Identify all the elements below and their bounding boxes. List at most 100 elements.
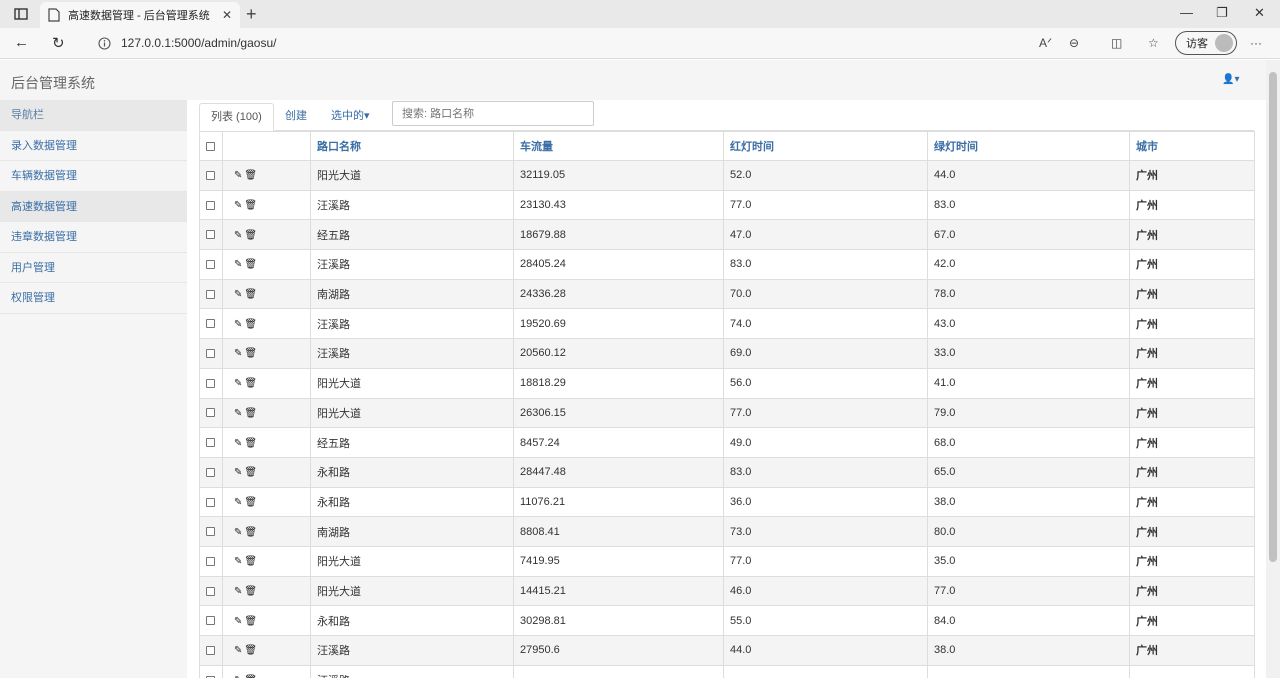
minimize-icon[interactable]: — (1180, 5, 1193, 20)
delete-icon[interactable]: 🗑 (244, 527, 257, 538)
edit-icon[interactable]: ✎ (234, 527, 242, 538)
app-title[interactable]: 后台管理系统 (11, 73, 95, 93)
column-header-traffic[interactable]: 车流量 (513, 131, 724, 161)
split-screen-icon[interactable]: ◫ (1111, 36, 1122, 50)
row-checkbox[interactable] (206, 497, 215, 507)
edit-icon[interactable]: ✎ (234, 645, 242, 656)
row-checkbox[interactable] (206, 586, 215, 596)
restore-icon[interactable]: ❐ (1216, 5, 1228, 21)
row-checkbox[interactable] (206, 260, 215, 269)
row-checkbox[interactable] (206, 438, 215, 448)
delete-icon[interactable]: 🗑 (244, 645, 257, 656)
table-row: ✎ 🗑 汪溪路 20560.12 69.0 33.0 广州 (199, 338, 1255, 369)
edit-icon[interactable]: ✎ (234, 616, 242, 627)
row-actions-cell: ✎🗑 (222, 338, 311, 369)
edit-icon[interactable]: ✎ (234, 170, 242, 181)
sidebar-item-users[interactable]: 用户管理 (0, 253, 187, 283)
delete-icon[interactable]: 🗑 (244, 259, 257, 270)
cell-green-light: 78.0 (927, 278, 1130, 310)
delete-icon[interactable]: 🗑 (244, 200, 257, 211)
tab-list[interactable]: 列表 (100) (199, 103, 274, 131)
page-icon (48, 8, 60, 22)
row-checkbox[interactable] (206, 645, 215, 655)
edit-icon[interactable]: ✎ (234, 408, 242, 419)
column-header-red-light[interactable]: 红灯时间 (723, 131, 928, 161)
refresh-icon[interactable]: ↻ (52, 34, 65, 52)
row-checkbox[interactable] (206, 616, 215, 626)
row-select-cell (199, 308, 223, 340)
edit-icon[interactable]: ✎ (234, 289, 242, 300)
scrollbar-thumb[interactable] (1269, 72, 1277, 562)
delete-icon[interactable]: 🗑 (244, 467, 257, 478)
delete-icon[interactable]: 🗑 (244, 230, 257, 241)
info-icon[interactable] (98, 36, 111, 50)
user-menu-icon[interactable]: 👤▾ (1222, 74, 1239, 85)
cell-green-light: 38.0 (927, 635, 1130, 666)
delete-icon[interactable]: 🗑 (244, 378, 257, 389)
new-tab-icon[interactable]: + (246, 4, 257, 25)
more-icon[interactable]: ··· (1250, 36, 1262, 50)
row-checkbox[interactable] (206, 527, 215, 537)
row-checkbox[interactable] (206, 349, 215, 359)
cell-city: 广州 (1129, 397, 1255, 429)
close-window-icon[interactable]: ✕ (1254, 5, 1265, 21)
column-header-name[interactable]: 路口名称 (310, 131, 514, 161)
edit-icon[interactable]: ✎ (234, 230, 242, 241)
page-scrollbar[interactable] (1266, 60, 1280, 678)
favorites-icon[interactable]: ☆ (1148, 36, 1159, 50)
cell-traffic: 28405.24 (513, 249, 724, 280)
browser-tab[interactable]: 高速数据管理 - 后台管理系统 ✕ (40, 2, 240, 28)
delete-icon[interactable]: 🗑 (244, 408, 257, 419)
profile-button[interactable]: 访客 (1175, 31, 1237, 55)
url-field[interactable]: 127.0.0.1:5000/admin/gaosu/ (88, 31, 1093, 55)
row-checkbox[interactable] (206, 200, 215, 210)
delete-icon[interactable]: 🗑 (244, 438, 257, 449)
delete-icon[interactable]: 🗑 (244, 319, 257, 330)
row-checkbox[interactable] (206, 319, 215, 329)
back-icon[interactable]: ← (14, 34, 29, 51)
cell-traffic: 28447.48 (513, 456, 724, 488)
close-tab-icon[interactable]: ✕ (222, 8, 232, 22)
sidebar-item-entry-data[interactable]: 录入数据管理 (0, 131, 187, 161)
edit-icon[interactable]: ✎ (234, 467, 242, 478)
row-actions-cell: ✎🗑 (222, 635, 311, 666)
edit-icon[interactable]: ✎ (234, 319, 242, 330)
column-header-city[interactable]: 城市 (1129, 131, 1255, 161)
row-checkbox[interactable] (206, 378, 215, 388)
read-aloud-icon[interactable]: Aᐟ (1039, 36, 1052, 50)
row-checkbox[interactable] (206, 408, 215, 418)
row-checkbox[interactable] (206, 289, 215, 299)
edit-icon[interactable]: ✎ (234, 200, 242, 211)
delete-icon[interactable]: 🗑 (244, 170, 257, 181)
delete-icon[interactable]: 🗑 (244, 289, 257, 300)
row-checkbox[interactable] (206, 467, 215, 477)
sidebar-item-permissions[interactable]: 权限管理 (0, 283, 187, 314)
edit-icon[interactable]: ✎ (234, 378, 242, 389)
zoom-icon[interactable]: ⊖ (1069, 36, 1079, 50)
row-checkbox[interactable] (206, 170, 215, 180)
tab-create[interactable]: 创建 (274, 103, 318, 131)
cell-city: 广州 (1129, 160, 1255, 191)
row-checkbox[interactable] (206, 230, 215, 240)
edit-icon[interactable]: ✎ (234, 438, 242, 449)
edit-icon[interactable]: ✎ (234, 556, 242, 567)
delete-icon[interactable]: 🗑 (244, 497, 257, 508)
edit-icon[interactable]: ✎ (234, 497, 242, 508)
search-input[interactable] (392, 101, 594, 126)
cell-red-light: 73.0 (723, 516, 928, 547)
sidebar-item-violation-data[interactable]: 违章数据管理 (0, 222, 187, 253)
delete-icon[interactable]: 🗑 (244, 586, 257, 597)
edit-icon[interactable]: ✎ (234, 259, 242, 270)
edit-icon[interactable]: ✎ (234, 348, 242, 359)
select-all-checkbox[interactable] (206, 141, 215, 151)
delete-icon[interactable]: 🗑 (244, 348, 257, 359)
sidebar-item-vehicle-data[interactable]: 车辆数据管理 (0, 161, 187, 192)
row-checkbox[interactable] (206, 556, 215, 566)
sidebar-item-highway-data[interactable]: 高速数据管理 (0, 191, 187, 222)
edit-icon[interactable]: ✎ (234, 586, 242, 597)
delete-icon[interactable]: 🗑 (244, 556, 257, 567)
tab-selected-dropdown[interactable]: 选中的▾ (320, 103, 381, 131)
column-header-green-light[interactable]: 绿灯时间 (927, 131, 1130, 161)
delete-icon[interactable]: 🗑 (244, 616, 257, 627)
tab-actions-icon[interactable] (13, 6, 29, 22)
